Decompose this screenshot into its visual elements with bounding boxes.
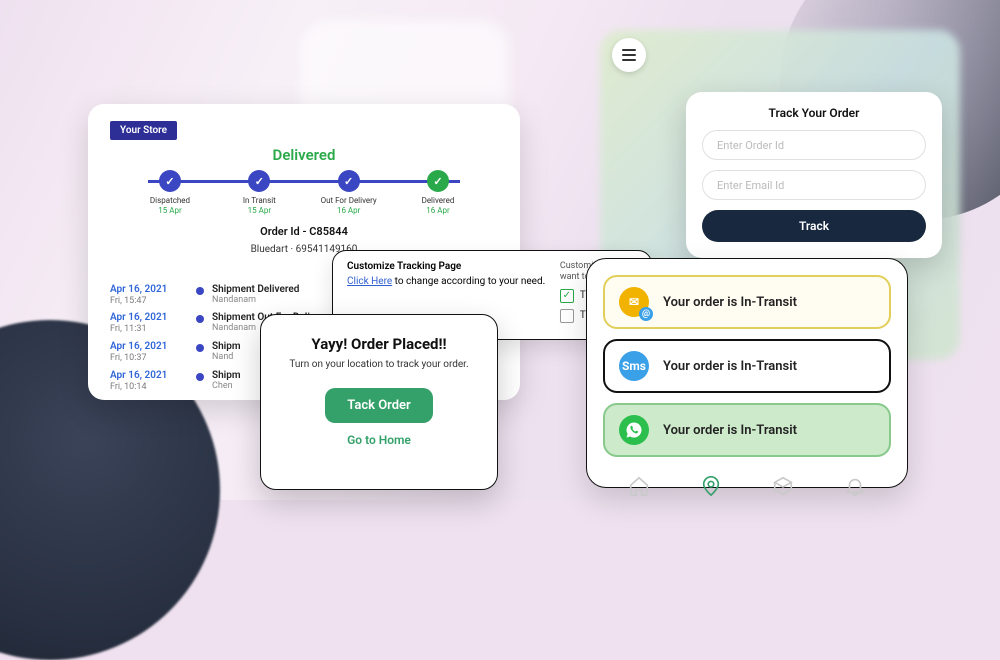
notification-sms[interactable]: Sms Your order is In-Transit: [603, 339, 891, 393]
customize-title: Customize Tracking Page: [347, 261, 545, 272]
go-home-link[interactable]: Go to Home: [275, 433, 483, 447]
progress-steps: Dispatched15 Apr In Transit15 Apr Out Fo…: [138, 170, 470, 215]
step-dot-in-transit: [248, 170, 270, 192]
tab-tracking[interactable]: [700, 475, 722, 501]
checkbox-off-icon: [560, 309, 574, 323]
email-id-input[interactable]: [702, 170, 926, 200]
tab-notifications[interactable]: [844, 475, 866, 501]
order-placed-title: Yayy! Order Placed!!: [275, 335, 483, 353]
menu-button[interactable]: [612, 38, 646, 72]
notification-whatsapp[interactable]: Your order is In-Transit: [603, 403, 891, 457]
notifications-card: ✉ Your order is In-Transit Sms Your orde…: [586, 258, 908, 488]
sms-icon: Sms: [619, 351, 649, 381]
notification-email[interactable]: ✉ Your order is In-Transit: [603, 275, 891, 329]
order-id: Order Id - C85844: [110, 225, 498, 238]
event-bullet-icon: [196, 287, 204, 295]
track-button[interactable]: Track: [702, 210, 926, 242]
track-order-card: Track Your Order Track: [686, 92, 942, 258]
tab-orders[interactable]: [772, 475, 794, 501]
step-dot-delivered: [427, 170, 449, 192]
event-bullet-icon: [196, 344, 204, 352]
customize-link[interactable]: Click Here: [347, 276, 392, 287]
checkbox-on-icon: ✓: [560, 289, 574, 303]
order-placed-subtitle: Turn on your location to track your orde…: [275, 359, 483, 370]
tab-home[interactable]: [628, 475, 650, 501]
step-dot-out-for-delivery: [338, 170, 360, 192]
event-bullet-icon: [196, 373, 204, 381]
step-dot-dispatched: [159, 170, 181, 192]
whatsapp-icon: [619, 415, 649, 445]
order-placed-modal: Yayy! Order Placed!! Turn on your locati…: [260, 314, 498, 490]
track-order-button[interactable]: Tack Order: [325, 388, 432, 423]
mail-icon: ✉: [619, 287, 649, 317]
event-bullet-icon: [196, 315, 204, 323]
track-order-title: Track Your Order: [702, 106, 926, 120]
order-id-input[interactable]: [702, 130, 926, 160]
status-title: Delivered: [110, 146, 498, 164]
store-chip: Your Store: [110, 121, 177, 140]
tab-bar: [603, 467, 891, 501]
